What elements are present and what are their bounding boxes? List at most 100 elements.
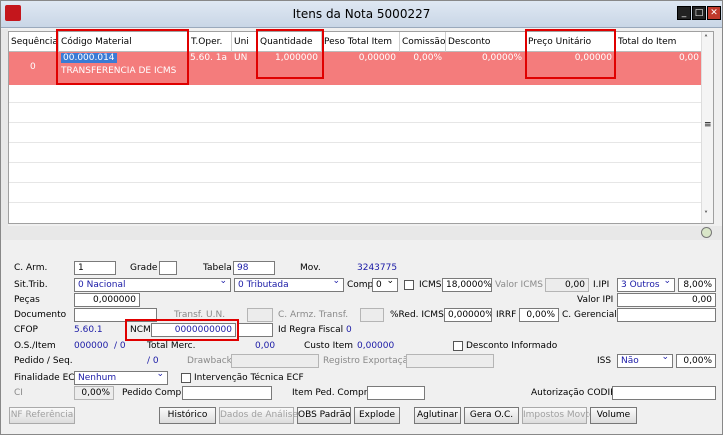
id-regra-value: 0: [346, 325, 352, 335]
cell-sequencia: 0: [30, 62, 36, 72]
historico-button[interactable]: Histórico: [159, 407, 216, 424]
compl-select[interactable]: 0: [372, 278, 398, 292]
explode-button[interactable]: Explode: [354, 407, 400, 424]
highlight-ncm: [125, 319, 239, 341]
tabela-label: Tabela: [203, 263, 232, 273]
desconto-informado-checkbox[interactable]: [453, 341, 463, 351]
ipi-label: I.IPI: [593, 280, 610, 290]
left-strip: [1, 29, 8, 229]
highlight-codigo: [56, 29, 189, 85]
pedido-seq-label: Pedido / Seq.: [14, 356, 73, 366]
registro-exportacao-field[interactable]: [406, 354, 494, 368]
cell-peso: 0,00000: [358, 53, 396, 63]
valor-ipi-field[interactable]: 0,00: [617, 293, 716, 307]
col-comissao[interactable]: Comissão: [400, 32, 446, 52]
cell-total: 0,00: [678, 53, 699, 63]
carmz-transf-field[interactable]: [360, 308, 384, 322]
valor-icms-field[interactable]: 0,00: [545, 278, 589, 292]
irrf-field[interactable]: 0,00%: [519, 308, 559, 322]
cfop-label: CFOP: [14, 325, 38, 335]
item-ped-compra-field[interactable]: [367, 386, 425, 400]
carm-field[interactable]: 1: [74, 261, 116, 275]
autorizacao-codif-label: Autorização CODIF: [531, 388, 616, 398]
col-desconto[interactable]: Desconto: [446, 32, 526, 52]
scroll-grip-icon[interactable]: ≡: [704, 120, 712, 130]
sittrib-label: Sit.Trib.: [14, 280, 48, 290]
dados-analise-button[interactable]: Dados de Análise: [219, 407, 298, 424]
nf-referencia-button[interactable]: NF Referência: [9, 407, 75, 424]
icms-field[interactable]: 18,0000%: [442, 278, 492, 292]
carm-label: C. Arm.: [14, 263, 48, 273]
col-peso-total[interactable]: Peso Total Item: [322, 32, 400, 52]
cell-comissao: 0,00%: [413, 53, 442, 63]
iss-select[interactable]: Não: [617, 354, 673, 368]
volume-button[interactable]: Volume: [590, 407, 637, 424]
pecas-label: Peças: [14, 295, 40, 305]
cfop-value: 5.60.1: [74, 325, 103, 335]
impostos-movto-button[interactable]: Impostos Movto: [522, 407, 595, 424]
splitter[interactable]: [1, 226, 722, 240]
magnifier-icon[interactable]: [701, 227, 712, 238]
os-value: 000000: [74, 341, 109, 351]
scroll-up-icon[interactable]: ˄: [704, 34, 708, 43]
ci-label: CI: [14, 388, 23, 398]
pedido-compra-field[interactable]: [182, 386, 272, 400]
red-icms-field[interactable]: 0,00000%: [444, 308, 492, 322]
id-regra-label: Id Regra Fiscal: [278, 325, 344, 335]
ncm-extra-field[interactable]: [237, 323, 273, 337]
sittrib-select-1[interactable]: 0 Nacional: [74, 278, 231, 292]
aglutinar-button[interactable]: Aglutinar: [414, 407, 461, 424]
col-sequencia[interactable]: Sequência: [9, 32, 59, 52]
documento-label: Documento: [14, 310, 67, 320]
minimize-button[interactable]: _: [677, 6, 691, 20]
sittrib-select-2[interactable]: 0 Tributada: [234, 278, 344, 292]
close-button[interactable]: ✕: [707, 6, 721, 20]
total-merc-label: Total Merc.: [147, 341, 196, 351]
title-bar: Itens da Nota 5000227 _ □ ✕: [1, 1, 722, 28]
finalidade-ecf-select[interactable]: Nenhum: [74, 371, 168, 385]
grid-scrollbar[interactable]: ˄ ≡ ˅: [701, 32, 713, 223]
cell-uni: UN: [234, 53, 248, 63]
ipi-pct-field[interactable]: 8,00%: [678, 278, 716, 292]
red-icms-label: %Red. ICMS: [390, 310, 444, 320]
grade-label: Grade: [130, 263, 158, 273]
item-ped-compra-label: Item Ped. Compra: [292, 388, 373, 398]
custo-item-value: 0,00000: [357, 341, 395, 351]
col-toper[interactable]: T.Oper.: [189, 32, 232, 52]
intervencao-checkbox[interactable]: [181, 373, 191, 383]
custo-item-label: Custo Item: [304, 341, 354, 351]
obs-padrao-button[interactable]: OBS Padrão: [297, 407, 351, 424]
total-merc-value: 0,00: [255, 341, 276, 351]
cell-desconto: 0,0000%: [481, 53, 522, 63]
carmz-transf-label: C. Armz. Transf.: [278, 310, 349, 320]
window-title: Itens da Nota 5000227: [292, 7, 431, 21]
ci-field[interactable]: 0,00%: [74, 386, 114, 400]
grade-field[interactable]: [159, 261, 177, 275]
valor-ipi-label: Valor IPI: [577, 295, 614, 305]
iss-label: ISS: [597, 356, 612, 366]
transf-un-field[interactable]: [247, 308, 273, 322]
gera-oc-button[interactable]: Gera O.C.: [464, 407, 519, 424]
registro-exportacao-label: Registro Exportação: [323, 356, 414, 366]
icms-label: ICMS: [419, 280, 442, 290]
cell-toper: 5.60. 1a: [190, 53, 228, 63]
mov-value: 3243775: [357, 263, 398, 273]
pedido-seq-value: / 0: [147, 356, 159, 366]
maximize-button[interactable]: □: [692, 6, 706, 20]
drawback-field[interactable]: [231, 354, 319, 368]
cgerencial-field[interactable]: [617, 308, 716, 322]
desconto-informado-label: Desconto Informado: [466, 341, 558, 351]
autorizacao-codif-field[interactable]: [612, 386, 716, 400]
intervencao-label: Intervenção Técnica ECF: [194, 373, 304, 383]
pecas-field[interactable]: 0,000000: [74, 293, 140, 307]
iss-pct-field[interactable]: 0,00%: [676, 354, 716, 368]
icms-checkbox[interactable]: [404, 280, 414, 290]
col-total-item[interactable]: Total do Item: [616, 32, 703, 52]
valor-icms-label: Valor ICMS: [495, 280, 543, 290]
col-uni[interactable]: Uni: [232, 32, 258, 52]
scroll-down-icon[interactable]: ˅: [704, 210, 708, 219]
cgerencial-label: C. Gerencial: [562, 310, 617, 320]
os-label: O.S./Item: [14, 341, 56, 351]
tabela-field[interactable]: 98: [233, 261, 275, 275]
ipi-select[interactable]: 3 Outros: [617, 278, 675, 292]
